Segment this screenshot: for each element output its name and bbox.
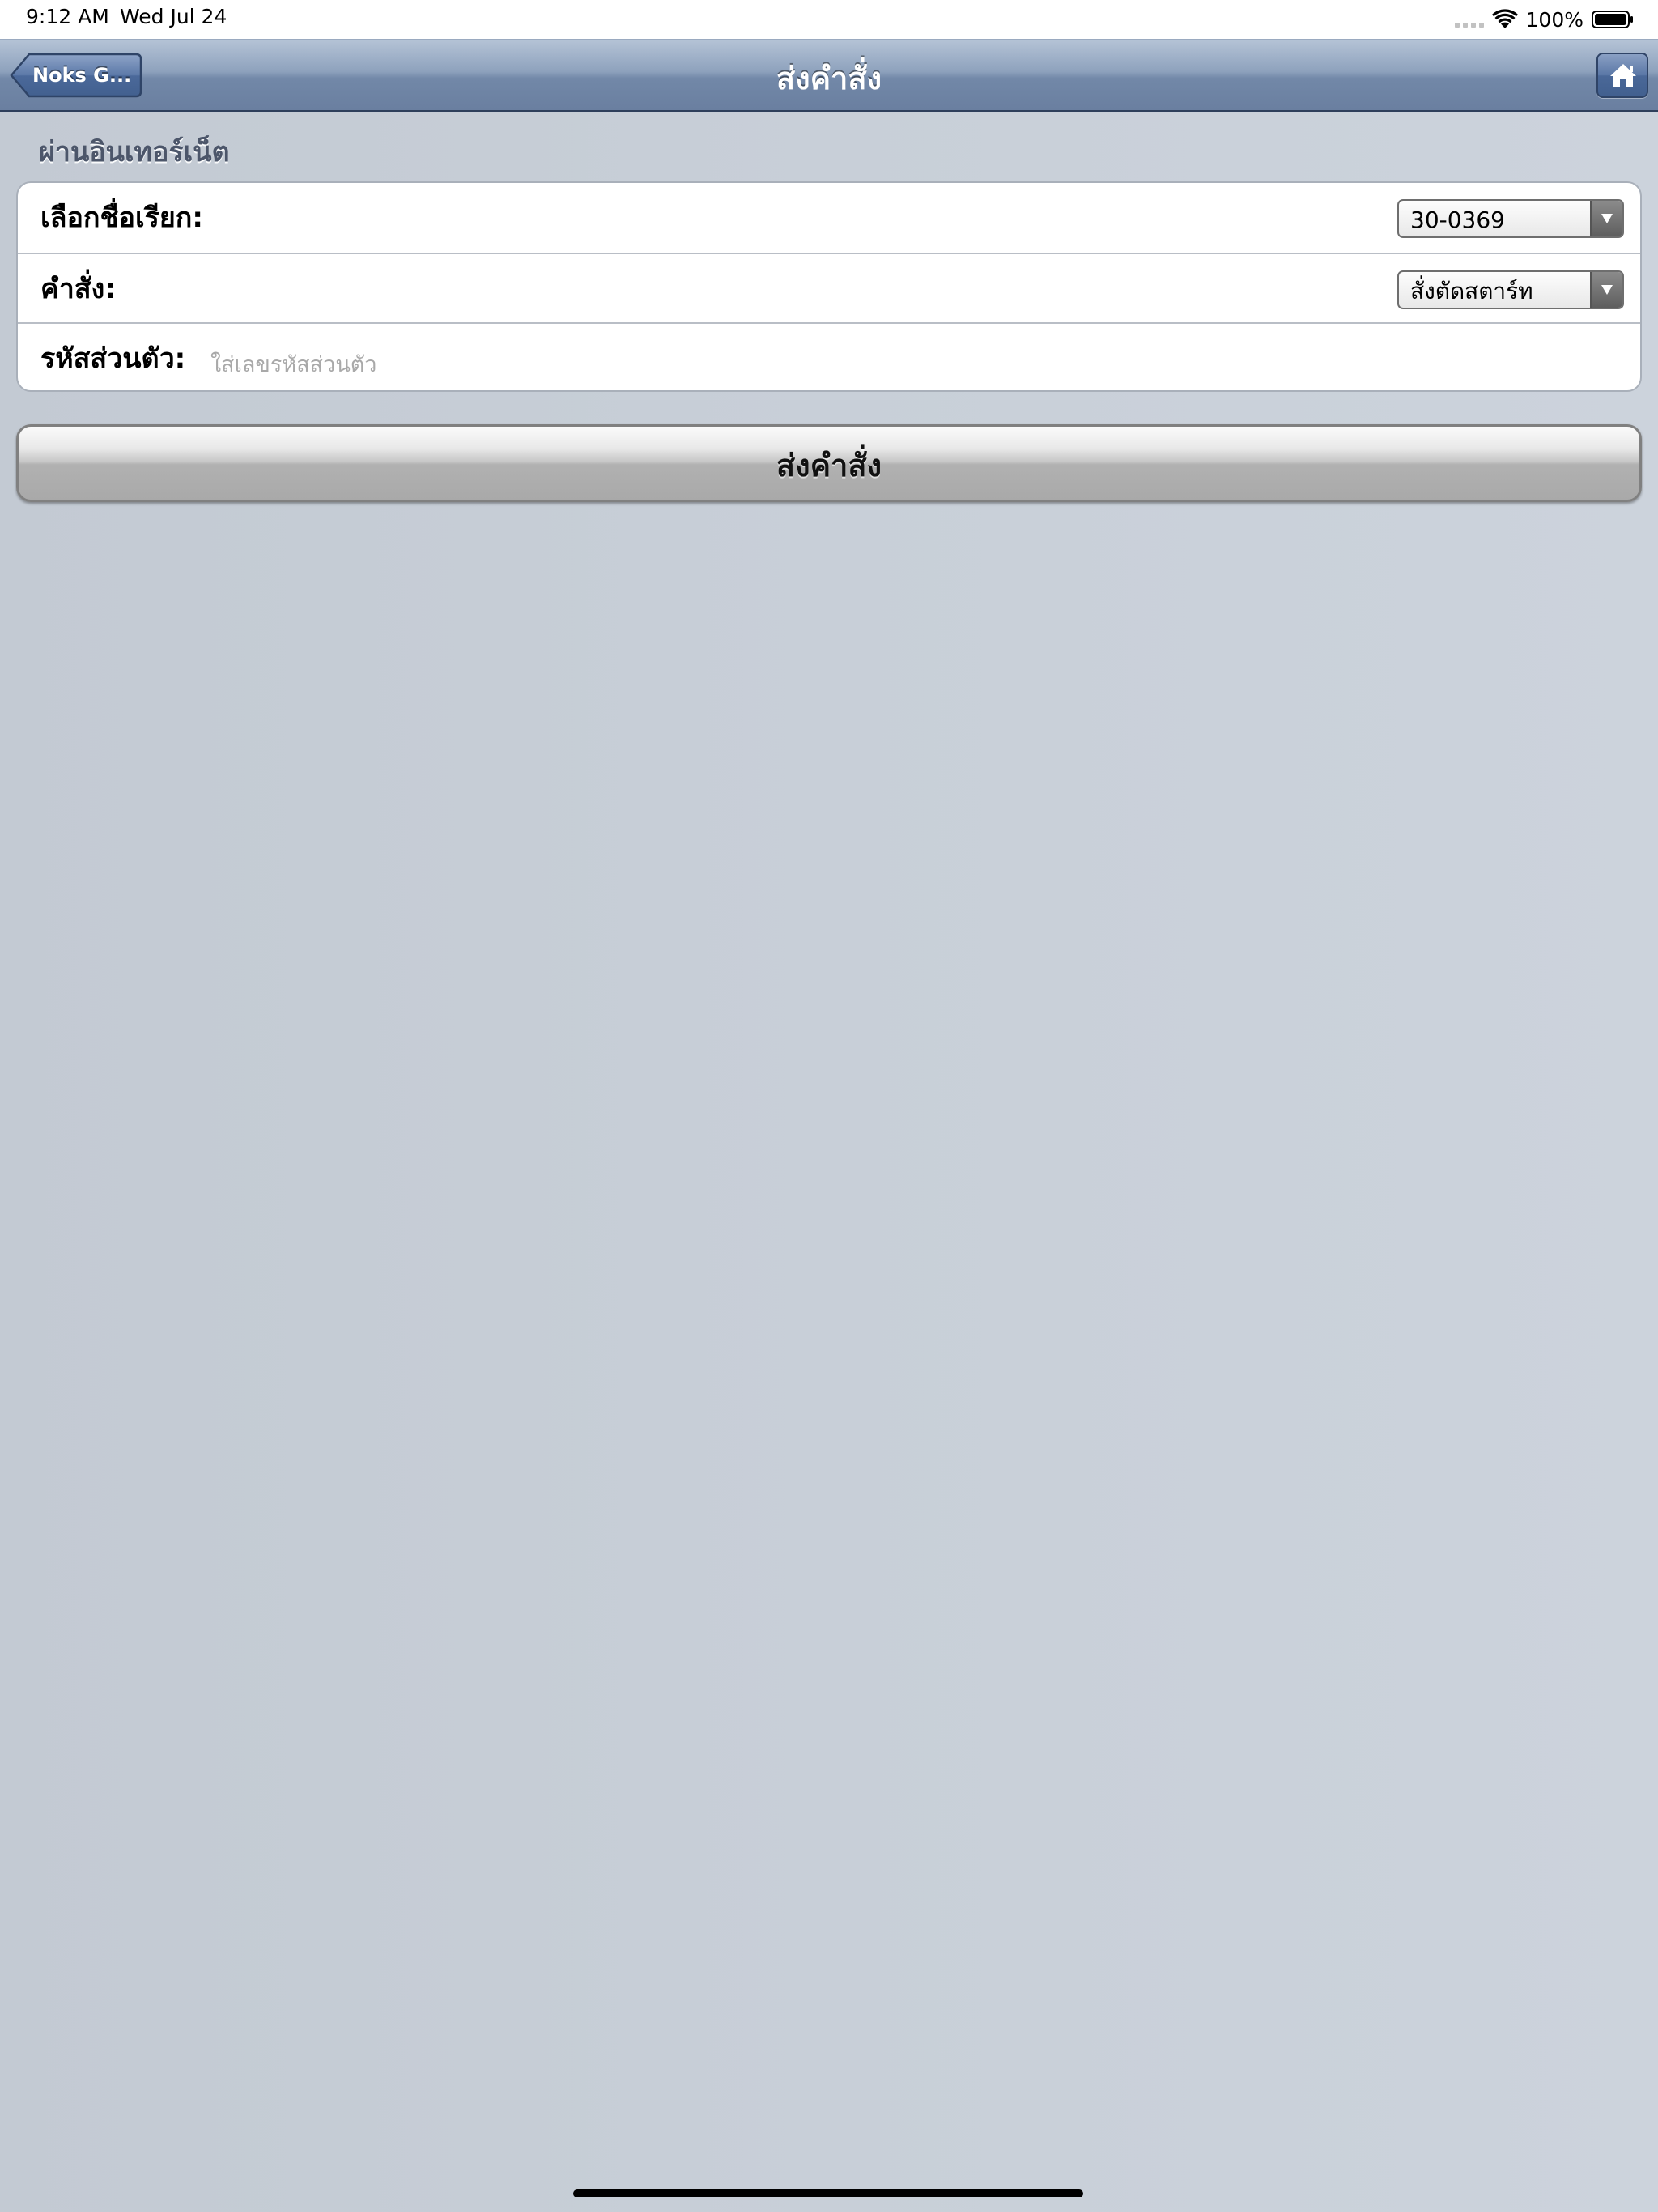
home-button[interactable] bbox=[1596, 53, 1648, 98]
page-title: ส่งคำสั่ง bbox=[776, 61, 882, 96]
send-command-button[interactable]: ส่งคำสั่ง bbox=[16, 424, 1642, 502]
form-row-pin: รหัสส่วนตัว: bbox=[18, 322, 1640, 390]
status-time: 9:12 AM bbox=[26, 5, 109, 28]
pin-input[interactable] bbox=[210, 345, 1587, 384]
dropdown-arrow-icon bbox=[1590, 201, 1622, 236]
section-header: ผ่านอินเทอร์เน็ต bbox=[39, 136, 230, 168]
send-command-label: ส่งคำสั่ง bbox=[776, 448, 882, 483]
callsign-label: เลือกชื่อเรียก: bbox=[40, 202, 203, 234]
callsign-select[interactable]: 30-0369 bbox=[1397, 199, 1624, 238]
status-date: Wed Jul 24 bbox=[120, 5, 227, 28]
home-icon bbox=[1610, 64, 1636, 87]
pin-label: รหัสส่วนตัว: bbox=[40, 342, 186, 375]
battery-icon bbox=[1592, 11, 1633, 28]
form-row-callsign: เลือกชื่อเรียก: 30-0369 bbox=[18, 183, 1640, 253]
back-button-label: Noks G... bbox=[32, 64, 132, 87]
wifi-icon bbox=[1491, 9, 1518, 28]
dropdown-arrow-icon bbox=[1590, 272, 1622, 308]
status-right: 100% bbox=[1454, 5, 1634, 34]
home-indicator[interactable] bbox=[573, 2189, 1083, 2197]
navigation-bar: Noks G... ส่งคำสั่ง bbox=[0, 39, 1658, 112]
back-button[interactable]: Noks G... bbox=[10, 53, 142, 98]
form-row-command: คำสั่ง: สั่งตัดสตาร์ท bbox=[18, 253, 1640, 322]
status-bar: 9:12 AM Wed Jul 24 100% bbox=[0, 0, 1658, 39]
command-select-value: สั่งตัดสตาร์ท bbox=[1410, 278, 1533, 304]
signal-dots-icon bbox=[1454, 11, 1484, 28]
command-select[interactable]: สั่งตัดสตาร์ท bbox=[1397, 270, 1624, 309]
battery-percentage: 100% bbox=[1525, 7, 1584, 32]
command-label: คำสั่ง: bbox=[40, 273, 116, 305]
command-form: เลือกชื่อเรียก: 30-0369 คำสั่ง: สั่งตัดส… bbox=[16, 181, 1642, 392]
callsign-select-value: 30-0369 bbox=[1410, 206, 1505, 233]
